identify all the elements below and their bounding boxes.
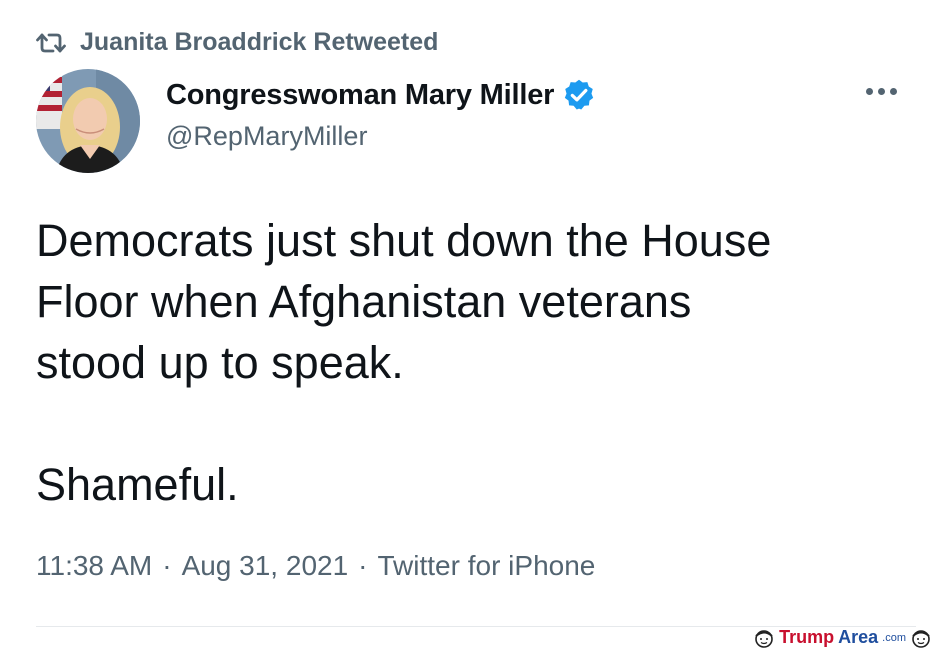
tweet-meta: 11:38 AM · Aug 31, 2021 · Twitter for iPhone (36, 550, 595, 582)
retweet-icon (36, 31, 66, 55)
watermark-logo-icon (753, 628, 775, 648)
meta-separator: · (358, 550, 368, 581)
tweet-time[interactable]: 11:38 AM (36, 550, 152, 581)
more-options-icon[interactable] (866, 88, 897, 95)
retweet-label[interactable]: Juanita Broaddrick Retweeted (80, 28, 438, 57)
avatar[interactable] (36, 69, 140, 173)
author-name[interactable]: Congresswoman Mary Miller (166, 79, 554, 112)
author-name-row[interactable]: Congresswoman Mary Miller (166, 78, 596, 112)
retweet-indicator[interactable]: Juanita Broaddrick Retweeted (36, 28, 438, 57)
tweet-source[interactable]: Twitter for iPhone (377, 550, 595, 581)
watermark-text-area: Area (838, 627, 879, 647)
watermark-text-trump: Trump (779, 627, 835, 647)
author-handle[interactable]: @RepMaryMiller (166, 121, 367, 152)
watermark-text-com: .com (882, 631, 906, 644)
verified-badge-icon (562, 78, 596, 112)
tweet-screenshot: Juanita Broaddrick Retweeted Congresswom… (0, 0, 940, 652)
meta-separator: · (162, 550, 172, 581)
watermark: Trump Area .com (753, 627, 932, 648)
watermark-logo-icon (910, 628, 932, 648)
tweet-text: Democrats just shut down the House Floor… (36, 215, 772, 510)
tweet-date[interactable]: Aug 31, 2021 (182, 550, 349, 581)
avatar-image (36, 69, 140, 173)
